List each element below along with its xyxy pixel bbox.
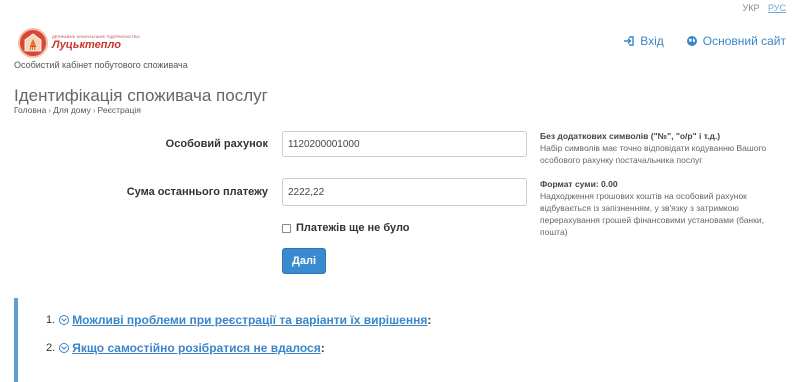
faq-number: 2.: [46, 342, 56, 354]
payment-input[interactable]: [282, 178, 527, 206]
no-payments-label: Платежів ще не було: [296, 222, 410, 234]
breadcrumb-home[interactable]: Головна: [14, 105, 46, 115]
chevron-down-icon: [59, 343, 70, 353]
page-title: Ідентифікація споживача послуг: [14, 86, 268, 105]
globe-icon: [686, 36, 697, 46]
no-payments-option[interactable]: Платежів ще не було: [282, 222, 410, 234]
faq-link-help[interactable]: Якщо самостійно розібратися не вдалося: [72, 341, 321, 355]
logo-emblem-icon: ЛТ: [18, 28, 48, 58]
faq-panel: 1. Можливі проблеми при реєстрації та ва…: [14, 298, 786, 382]
breadcrumb-current: Реєстрація: [97, 105, 141, 115]
faq-item[interactable]: 1. Можливі проблеми при реєстрації та ва…: [46, 313, 431, 327]
company-logo[interactable]: ЛТ ДЕРЖАВНЕ КОМУНАЛЬНЕ ПІДПРИЄМСТВО Луць…: [18, 28, 140, 58]
lang-ukr[interactable]: УКР: [742, 3, 759, 13]
payment-hint: Формат суми: 0.00 Надходження грошових к…: [540, 178, 770, 238]
payment-label: Сума останнього платежу: [126, 186, 268, 198]
account-hint-text: Набір символів має точно відповідати код…: [540, 143, 767, 165]
account-label: Особовий рахунок: [165, 138, 268, 150]
no-payments-checkbox[interactable]: [282, 223, 291, 233]
faq-link-problems[interactable]: Можливі проблеми при реєстрації та варіа…: [72, 313, 427, 327]
breadcrumb-separator: ›: [48, 105, 52, 115]
faq-number: 1.: [46, 314, 56, 326]
account-input[interactable]: [282, 131, 527, 157]
account-hint: Без додаткових символів ("№", "о/р" і т.…: [540, 130, 770, 166]
main-site-link[interactable]: Основний сайт: [686, 34, 786, 48]
login-link[interactable]: Вхід: [623, 34, 664, 48]
account-hint-title: Без додаткових символів ("№", "о/р" і т.…: [540, 131, 721, 141]
logo-mark-text: ЛТ: [30, 46, 37, 52]
lang-rus-link[interactable]: РУС: [768, 3, 786, 13]
payment-hint-text: Надходження грошових коштів на особовий …: [540, 191, 764, 237]
breadcrumb-for-home[interactable]: Для дому: [53, 105, 91, 115]
breadcrumb: Головна › Для дому › Реєстрація: [14, 105, 141, 115]
next-button[interactable]: Далі: [282, 248, 326, 274]
breadcrumb-separator: ›: [92, 105, 96, 115]
login-label: Вхід: [640, 34, 664, 48]
sign-in-icon: [624, 36, 634, 46]
language-switcher: УКР РУС: [736, 3, 786, 13]
logo-name: Луцьктепло: [52, 39, 121, 51]
main-site-label: Основний сайт: [702, 34, 786, 48]
payment-hint-title: Формат суми: 0.00: [540, 179, 618, 189]
faq-item[interactable]: 2. Якщо самостійно розібратися не вдалос…: [46, 341, 325, 355]
chevron-down-icon: [59, 315, 70, 325]
cabinet-subtitle: Особистий кабінет побутового споживача: [14, 60, 188, 70]
